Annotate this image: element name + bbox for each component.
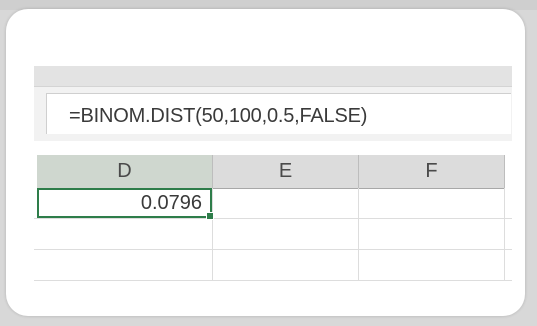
ribbon-band <box>34 66 512 86</box>
cell-e3[interactable] <box>213 250 359 280</box>
cell-d2[interactable] <box>37 219 213 249</box>
cell-f3[interactable] <box>359 250 505 280</box>
formula-text: =BINOM.DIST(50,100,0.5,FALSE) <box>69 105 368 127</box>
formula-bar: =BINOM.DIST(50,100,0.5,FALSE) <box>34 86 512 141</box>
column-header-d[interactable]: D <box>37 155 213 190</box>
spreadsheet-grid: D E F 0.0796 <box>34 155 512 290</box>
active-cell-selection <box>37 188 214 220</box>
cell-e2[interactable] <box>213 219 359 249</box>
column-header-e[interactable]: E <box>213 155 359 189</box>
column-header-f[interactable]: F <box>359 155 505 189</box>
cell-f2[interactable] <box>359 219 505 249</box>
table-row <box>34 250 512 281</box>
table-row <box>34 219 512 250</box>
cell-e1[interactable] <box>213 188 359 218</box>
fill-handle[interactable] <box>206 212 214 220</box>
screenshot-card: =BINOM.DIST(50,100,0.5,FALSE) D E F 0.07… <box>6 9 525 316</box>
cell-f1[interactable] <box>359 188 505 218</box>
cell-d3[interactable] <box>37 250 213 280</box>
formula-input[interactable]: =BINOM.DIST(50,100,0.5,FALSE) <box>46 93 511 134</box>
